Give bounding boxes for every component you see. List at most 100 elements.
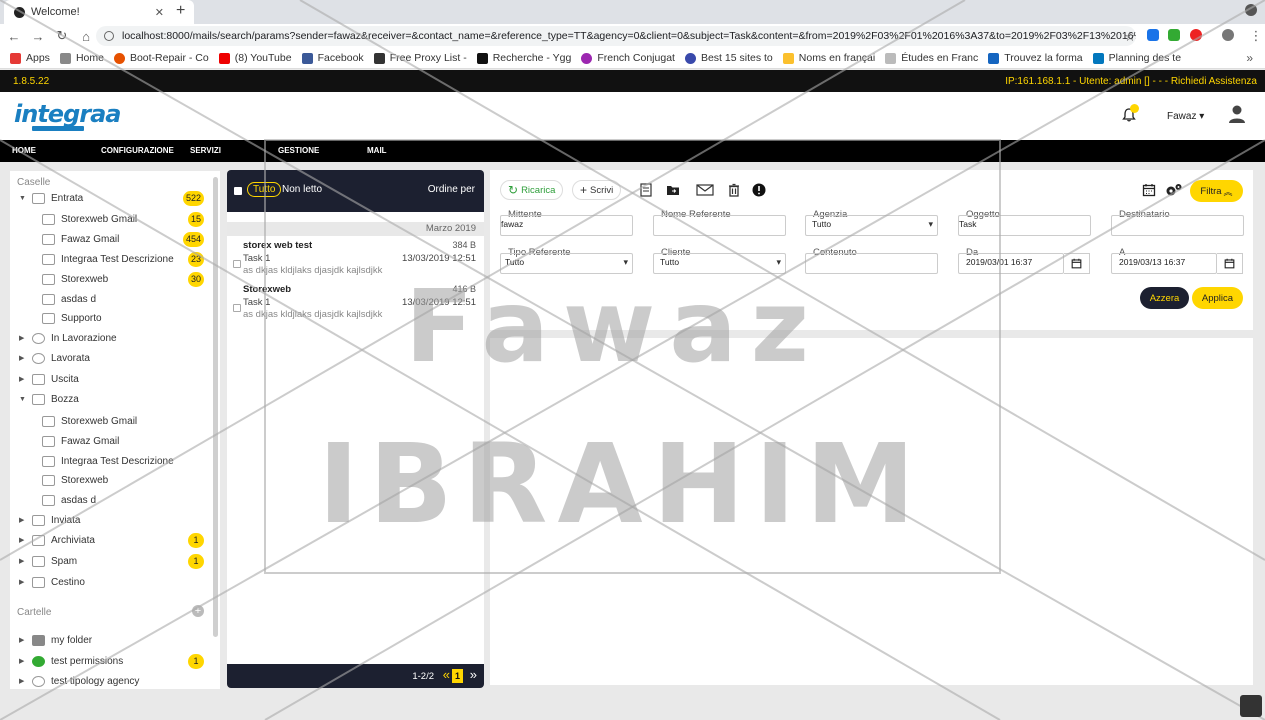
avatar-icon[interactable] <box>1228 104 1246 124</box>
extension-icon[interactable] <box>1147 29 1159 41</box>
sidebar-item-integraa-test[interactable]: Integraa Test Descrizione 23 <box>10 250 210 268</box>
date-from-calendar-button[interactable] <box>1064 253 1090 274</box>
apply-button[interactable]: Applica <box>1192 287 1243 309</box>
sidebar-item-inviata[interactable]: ▶ Inviata <box>10 511 210 529</box>
mail-checkbox[interactable] <box>233 260 241 268</box>
nav-home[interactable]: HOME <box>12 146 36 155</box>
expand-arrow-icon[interactable]: ▶ <box>19 536 28 544</box>
sidebar-item-bozza-asdas-d[interactable]: asdas d <box>10 491 210 509</box>
calendar-icon[interactable] <box>1142 183 1156 197</box>
bookmark[interactable]: Recherche - Ygg <box>476 52 571 64</box>
opera-icon[interactable] <box>1190 29 1202 41</box>
integraa-logo[interactable]: integraa <box>14 100 121 128</box>
sidebar-item-storexweb-gmail[interactable]: Storexweb Gmail 15 <box>10 210 210 228</box>
menu-dots-icon[interactable]: ⋮ <box>1246 28 1265 44</box>
trash-icon[interactable] <box>727 183 741 197</box>
sidebar-item-spam[interactable]: ▶ Spam 1 <box>10 552 210 570</box>
sidebar-item-supporto[interactable]: Supporto <box>10 309 210 327</box>
collapse-arrow-icon[interactable]: ▼ <box>19 396 28 403</box>
nav-configurazione[interactable]: CONFIGURAZIONE <box>101 146 174 155</box>
subject-input[interactable]: Task <box>958 215 1091 236</box>
filter-all-button[interactable]: Tutto <box>247 182 282 197</box>
bookmark[interactable]: Facebook <box>301 52 364 64</box>
current-page-button[interactable]: 1 <box>452 669 463 683</box>
document-icon[interactable] <box>639 183 653 197</box>
bookmark[interactable]: Best 15 sites to <box>684 52 773 64</box>
mail-checkbox[interactable] <box>233 304 241 312</box>
forward-icon[interactable]: → <box>28 29 48 44</box>
filter-toggle-button[interactable]: Filtra ︽ <box>1190 180 1243 202</box>
symfony-toolbar-icon[interactable] <box>1240 695 1262 717</box>
add-folder-icon[interactable]: + <box>192 605 204 617</box>
report-spam-icon[interactable] <box>752 183 766 197</box>
user-menu[interactable]: Fawaz ▾ <box>1167 111 1204 122</box>
compose-button[interactable]: + Scrivi <box>572 180 622 200</box>
nav-servizi[interactable]: SERVIZI <box>190 146 221 155</box>
next-page-button[interactable]: » <box>470 667 477 682</box>
url-input[interactable]: localhost:8000/mails/search/params?sende… <box>96 26 1136 46</box>
sidebar-folder-test-tipology-agency[interactable]: ▶ test tipology agency <box>10 672 210 690</box>
sidebar-item-bozza[interactable]: ▼ Bozza <box>10 390 210 408</box>
reload-button[interactable]: ↻ Ricarica <box>500 180 564 200</box>
nav-mail[interactable]: MAIL <box>367 146 387 155</box>
session-info[interactable]: IP:161.168.1.1 - Utente: admin [] - - - … <box>1005 76 1257 87</box>
home-icon[interactable]: ⌂ <box>76 29 96 44</box>
profile-icon[interactable] <box>1245 4 1257 16</box>
sidebar-item-bozza-fawaz-gmail[interactable]: Fawaz Gmail <box>10 432 210 450</box>
sidebar-item-cestino[interactable]: ▶ Cestino <box>10 573 210 591</box>
bookmark[interactable]: Études en Franc <box>885 52 978 64</box>
contact-name-input[interactable] <box>653 215 786 236</box>
bookmark[interactable]: Home <box>59 52 104 64</box>
move-to-folder-icon[interactable] <box>666 183 680 197</box>
sort-order-button[interactable]: Ordine per <box>428 184 475 195</box>
expand-arrow-icon[interactable]: ▶ <box>19 636 28 644</box>
client-select[interactable]: Tutto <box>653 253 786 274</box>
sender-input[interactable]: fawaz <box>500 215 633 236</box>
date-to-calendar-button[interactable] <box>1217 253 1243 274</box>
bookmark[interactable]: Planning des te <box>1092 52 1181 64</box>
sidebar-item-uscita[interactable]: ▶ Uscita <box>10 370 210 388</box>
select-all-checkbox[interactable] <box>234 187 242 195</box>
date-from-input[interactable]: 2019/03/01 16:37 <box>958 253 1064 274</box>
new-tab-icon[interactable]: + <box>176 2 185 20</box>
list-item[interactable]: Storexweb 416 B Task 1 13/03/2019 12:51 … <box>227 284 484 328</box>
prev-page-button[interactable]: « <box>443 667 450 682</box>
list-item[interactable]: storex web test 384 B Task 1 13/03/2019 … <box>227 240 484 284</box>
sidebar-item-lavorata[interactable]: ▶ Lavorata <box>10 349 210 367</box>
expand-arrow-icon[interactable]: ▶ <box>19 516 28 524</box>
browser-tab[interactable]: Welcome! ✕ <box>4 0 194 24</box>
expand-arrow-icon[interactable]: ▶ <box>19 375 28 383</box>
back-icon[interactable]: ← <box>4 29 24 44</box>
sidebar-item-in-lavorazione[interactable]: ▶ In Lavorazione <box>10 329 210 347</box>
bookmark[interactable]: Boot-Repair - Co <box>113 52 209 64</box>
extension-icon[interactable] <box>1222 29 1234 41</box>
bookmark[interactable]: Trouvez la forma <box>988 52 1083 64</box>
star-icon[interactable]: ☆ <box>1120 29 1140 45</box>
reload-icon[interactable]: ↻ <box>52 28 72 44</box>
sidebar-folder-test-permissions[interactable]: ▶ test permissions 1 <box>10 652 210 670</box>
settings-gears-icon[interactable] <box>1165 183 1183 197</box>
expand-arrow-icon[interactable]: ▶ <box>19 677 28 685</box>
bookmarks-more-button[interactable]: » <box>1246 51 1253 65</box>
sidebar-item-storexweb[interactable]: Storexweb 30 <box>10 270 210 288</box>
reference-type-select[interactable]: Tutto <box>500 253 633 274</box>
sidebar-item-fawaz-gmail[interactable]: Fawaz Gmail 454 <box>10 230 210 248</box>
expand-arrow-icon[interactable]: ▶ <box>19 657 28 665</box>
sidebar-folder-my-folder[interactable]: ▶ my folder <box>10 631 210 649</box>
sidebar-item-archiviata[interactable]: ▶ Archiviata 1 <box>10 531 210 549</box>
nav-gestione[interactable]: GESTIONE <box>278 146 319 155</box>
content-input[interactable] <box>805 253 938 274</box>
bookmark[interactable]: French Conjugat <box>581 52 675 64</box>
sidebar-item-entrata[interactable]: ▼ Entrata 522 <box>10 189 210 207</box>
close-tab-icon[interactable]: ✕ <box>155 6 164 19</box>
sidebar-item-bozza-storexweb[interactable]: Storexweb <box>10 471 210 489</box>
expand-arrow-icon[interactable]: ▶ <box>19 578 28 586</box>
info-icon[interactable] <box>104 31 114 41</box>
bookmark-apps[interactable]: Apps <box>10 52 50 64</box>
expand-arrow-icon[interactable]: ▶ <box>19 334 28 342</box>
bookmark[interactable]: Free Proxy List - <box>373 52 467 64</box>
envelope-icon[interactable] <box>696 183 714 197</box>
reset-button[interactable]: Azzera <box>1140 287 1189 309</box>
sidebar-scrollbar[interactable] <box>213 177 218 637</box>
date-to-input[interactable]: 2019/03/13 16:37 <box>1111 253 1217 274</box>
